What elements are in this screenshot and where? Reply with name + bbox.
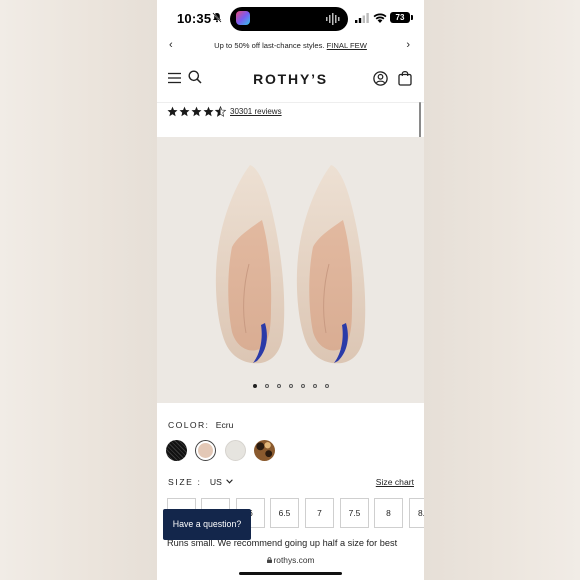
url-text: rothys.com — [273, 555, 315, 565]
browser-url-bar[interactable]: rothys.com — [157, 548, 424, 580]
color-swatch-black[interactable] — [166, 440, 187, 461]
background-right — [424, 0, 580, 580]
account-icon[interactable] — [373, 71, 388, 86]
background-left — [0, 0, 157, 580]
carousel-dot[interactable] — [252, 384, 257, 388]
carousel-dots — [157, 384, 424, 390]
promo-link[interactable]: FINAL FEW — [327, 41, 367, 50]
carousel-dot[interactable] — [288, 384, 293, 388]
carousel-dot[interactable] — [312, 384, 317, 388]
size-selector-header: SIZE : US Size chart — [168, 477, 414, 487]
lock-icon — [266, 557, 272, 563]
size-label: SIZE : — [168, 477, 202, 487]
star-rating-icon — [167, 106, 226, 117]
size-chart-link[interactable]: Size chart — [376, 477, 414, 487]
promo-banner: ‹ Up to 50% off last-chance styles. FINA… — [157, 36, 424, 56]
wifi-icon — [373, 13, 387, 23]
chat-button[interactable]: Have a question? — [163, 509, 251, 540]
product-photo — [215, 165, 366, 364]
size-option[interactable]: 7.5 — [340, 498, 369, 528]
audio-wave-icon — [326, 13, 340, 25]
size-option[interactable]: 6.5 — [270, 498, 299, 528]
shopping-bag-icon[interactable] — [398, 70, 412, 86]
color-value: Ecru — [215, 420, 234, 430]
promo-next-button[interactable]: › — [406, 39, 410, 51]
url-wrap: rothys.com — [157, 555, 424, 565]
dynamic-island — [230, 7, 348, 31]
battery-indicator: 73 — [390, 12, 410, 23]
reviews-link[interactable]: 30301 reviews — [230, 107, 282, 116]
bell-slash-icon — [212, 12, 222, 23]
right-shoe — [296, 165, 366, 364]
color-swatch-ecru[interactable] — [195, 440, 216, 461]
size-unit-dropdown[interactable]: US — [204, 477, 234, 487]
swatch-fill — [166, 440, 187, 461]
product-image-carousel[interactable] — [157, 137, 424, 403]
app-activity-icon — [236, 11, 250, 25]
carousel-dot[interactable] — [264, 384, 269, 388]
carousel-dot[interactable] — [324, 384, 329, 388]
status-time: 10:35 — [177, 11, 212, 26]
chevron-down-icon — [226, 479, 234, 484]
color-label: COLOR: — [168, 420, 210, 430]
site-header: ROTHY’S — [157, 58, 424, 158]
carousel-dot[interactable] — [276, 384, 281, 388]
promo-text-wrap: Up to 50% off last-chance styles. FINAL … — [157, 41, 424, 50]
size-option[interactable]: 8 — [374, 498, 403, 528]
carousel-dot[interactable] — [300, 384, 305, 388]
swatch-fill — [225, 440, 246, 461]
size-unit: US — [209, 477, 222, 487]
phone-screen: 10:35 73 ‹ Up to 50% off last-chance sty… — [157, 0, 424, 580]
home-indicator — [239, 572, 342, 575]
size-option[interactable]: 7 — [305, 498, 334, 528]
swatch-fill — [254, 440, 275, 461]
swatch-fill — [198, 443, 213, 458]
status-bar: 10:35 73 — [157, 0, 424, 36]
size-option[interactable]: 8. — [409, 498, 424, 528]
color-selector-label: COLOR: Ecru — [168, 420, 233, 430]
color-swatch-leopard[interactable] — [254, 440, 275, 461]
signal-icon — [355, 13, 369, 23]
color-swatch-light-grey[interactable] — [225, 440, 246, 461]
promo-text: Up to 50% off last-chance styles. — [214, 41, 325, 50]
left-shoe — [215, 165, 285, 364]
battery-nub — [411, 15, 413, 20]
